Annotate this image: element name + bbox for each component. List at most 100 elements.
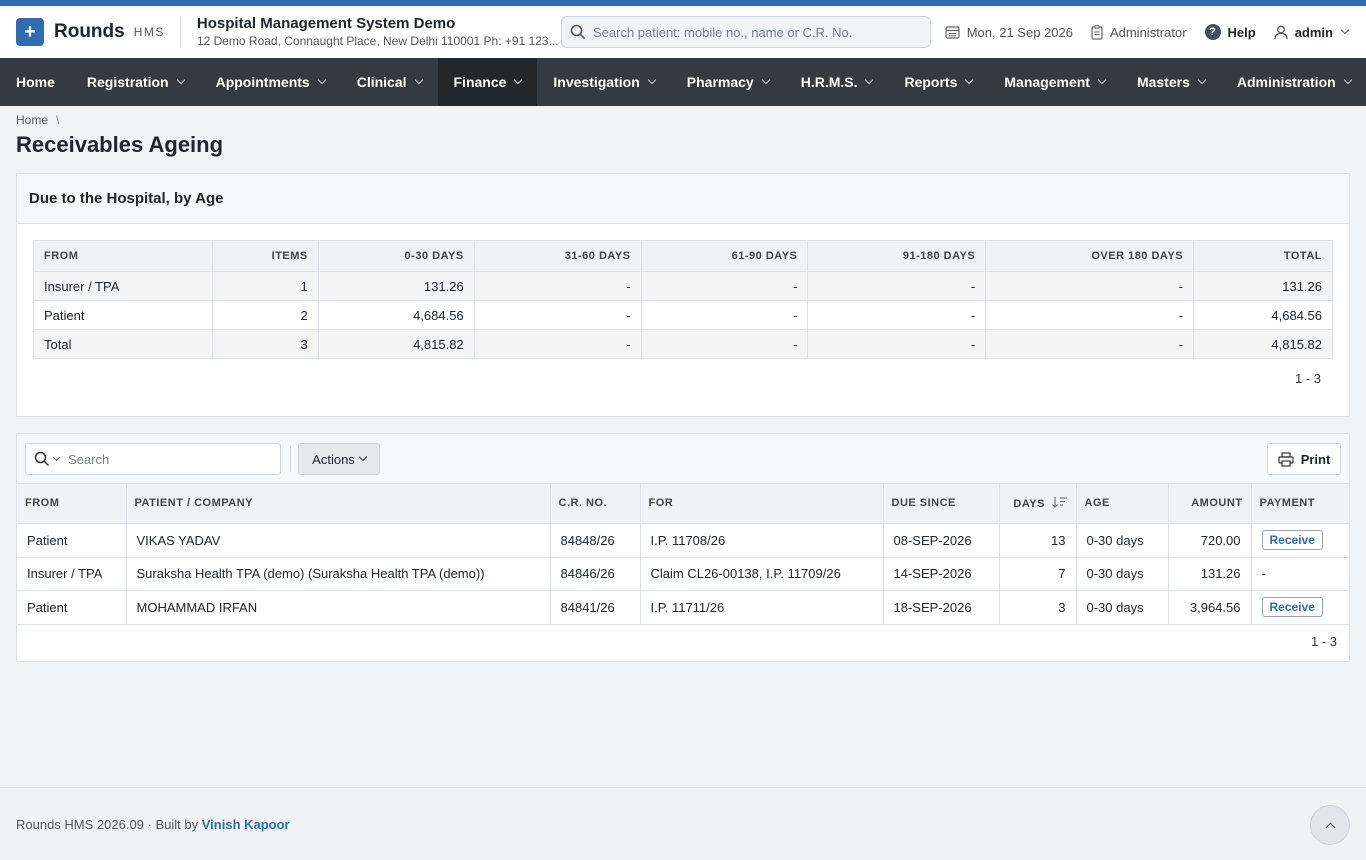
nav-label: Appointments — [215, 74, 310, 90]
chevron-down-icon[interactable] — [52, 453, 61, 461]
chevron-down-icon — [1197, 75, 1207, 85]
table-cell: 84848/26 — [550, 523, 641, 558]
column-header: ITEMS — [211, 240, 319, 272]
table-cell: VIKAS YADAV — [126, 523, 551, 558]
nav-hrms[interactable]: H.R.M.S. — [785, 58, 889, 106]
chevron-down-icon — [865, 75, 874, 85]
nav-home[interactable]: Home — [0, 58, 71, 106]
table-cell: Total — [33, 329, 213, 359]
table-row: Insurer / TPA Suraksha Health TPA (demo)… — [17, 557, 1349, 591]
hospital-address: 12 Demo Road, Connaught Place, New Delhi… — [196, 33, 559, 48]
table-cell: 84846/26 — [550, 557, 641, 591]
table-cell: MOHAMMAD IRFAN — [126, 590, 551, 625]
table-cell: - — [985, 300, 1195, 330]
table-cell: 131.26 — [1168, 557, 1252, 591]
nav-label: Clinical — [356, 74, 407, 90]
nav-reports[interactable]: Reports — [888, 58, 988, 106]
search-icon — [570, 24, 586, 40]
nav-clinical[interactable]: Clinical — [341, 58, 438, 106]
page-title: Receivables Ageing — [16, 132, 224, 157]
nav-management[interactable]: Management — [988, 58, 1121, 106]
chevron-down-icon — [176, 75, 185, 85]
column-header[interactable]: PATIENT / COMPANY — [126, 484, 551, 524]
column-header: TOTAL — [1193, 240, 1333, 272]
table-cell: 4,815.82 — [1193, 329, 1333, 359]
table-cell: Patient — [17, 590, 127, 625]
nav-label: Masters — [1136, 74, 1190, 90]
nav-investigation[interactable]: Investigation — [537, 58, 670, 106]
nav-finance[interactable]: Finance — [437, 58, 538, 106]
table-cell: - — [1251, 557, 1349, 591]
table-row: Insurer / TPA 1 131.26 - - - - 131.26 — [33, 271, 1333, 301]
actions-label: Actions — [312, 451, 355, 467]
breadcrumb-separator: \ — [56, 113, 60, 127]
actions-button[interactable]: Actions — [298, 443, 380, 475]
table-cell: - — [473, 300, 642, 330]
table-cell: 13 — [999, 523, 1077, 558]
user-name: admin — [1294, 24, 1333, 40]
nav-label: H.R.M.S. — [800, 74, 858, 90]
table-cell: - — [807, 300, 987, 330]
breadcrumb: Home \ — [0, 106, 1366, 127]
table-cell: - — [473, 329, 642, 359]
column-header[interactable]: FOR — [640, 484, 884, 524]
ageing-summary-card: Due to the Hospital, by Age FROM ITEMS 0… — [16, 173, 1350, 417]
receive-button[interactable]: Receive — [1261, 530, 1323, 550]
table-cell: - — [473, 271, 642, 301]
nav-appointments[interactable]: Appointments — [200, 58, 341, 106]
table-cell: 4,684.56 — [1193, 300, 1333, 330]
nav-label: Investigation — [553, 74, 640, 90]
role-display[interactable]: Administrator — [1091, 25, 1187, 40]
table-cell: 0-30 days — [1076, 523, 1169, 558]
table-cell: Insurer / TPA — [33, 271, 213, 301]
ageing-record-count: 1 - 3 — [1294, 371, 1321, 386]
column-header[interactable]: AMOUNT — [1168, 484, 1252, 524]
breadcrumb-home[interactable]: Home — [16, 113, 48, 127]
chevron-down-icon — [358, 452, 368, 462]
table-cell: 0-30 days — [1076, 557, 1169, 591]
column-header: 0-30 DAYS — [317, 240, 475, 272]
table-cell: - — [807, 271, 987, 301]
page-footer: Rounds HMS 2026.09 · Built by Vinish Kap… — [0, 787, 1366, 860]
main-nav: Home Registration Appointments Clinical … — [0, 58, 1366, 106]
column-header[interactable]: FROM — [17, 484, 127, 524]
nav-registration[interactable]: Registration — [71, 58, 200, 106]
footer-author-link[interactable]: Vinish Kapoor — [202, 817, 290, 832]
printer-icon — [1278, 451, 1294, 467]
table-cell: 4,684.56 — [317, 300, 475, 330]
column-header[interactable]: DUE SINCE — [883, 484, 1000, 524]
table-cell: 84841/26 — [550, 590, 641, 625]
calendar-icon — [945, 26, 960, 39]
scroll-to-top-button[interactable] — [1310, 805, 1350, 845]
column-header[interactable]: C.R. NO. — [550, 484, 641, 524]
nav-label: Management — [1004, 74, 1090, 90]
nav-pharmacy[interactable]: Pharmacy — [671, 58, 785, 106]
hospital-name: Hospital Management System Demo — [196, 15, 456, 33]
table-cell: 08-SEP-2026 — [883, 523, 1000, 558]
table-cell: - — [640, 271, 809, 301]
table-cell: Receive — [1251, 523, 1349, 558]
table-cell: 7 — [999, 557, 1077, 591]
column-header[interactable]: AGE — [1076, 484, 1169, 524]
table-cell: 4,815.82 — [317, 329, 475, 359]
table-cell: 1 — [211, 271, 319, 301]
receive-button[interactable]: Receive — [1261, 597, 1323, 617]
receivables-list-card: Search Actions Print FROM PATIENT / COMP… — [16, 433, 1350, 662]
chevron-down-icon — [1097, 75, 1107, 85]
id-badge-icon — [1091, 24, 1103, 40]
nav-masters[interactable]: Masters — [1121, 58, 1221, 106]
nav-administration[interactable]: Administration — [1221, 58, 1366, 106]
column-header-label: DAYS — [1013, 498, 1045, 511]
column-header: PAYMENT — [1251, 484, 1349, 524]
receivables-table: FROM PATIENT / COMPANY C.R. NO. FOR DUE … — [17, 484, 1349, 625]
help-label: Help — [1227, 24, 1256, 40]
list-search-input[interactable]: Search — [25, 443, 281, 475]
help-link[interactable]: ? Help — [1204, 24, 1256, 40]
user-menu[interactable]: admin — [1274, 24, 1350, 40]
app-logo[interactable]: + Rounds HMS — [16, 18, 165, 46]
patient-search-input[interactable]: Search patient: mobile no., name or C.R.… — [561, 16, 931, 48]
table-cell: I.P. 11711/26 — [640, 590, 884, 625]
print-button[interactable]: Print — [1267, 443, 1341, 475]
table-cell: 3,964.56 — [1168, 590, 1252, 625]
days-column-header[interactable]: DAYS — [999, 484, 1077, 524]
